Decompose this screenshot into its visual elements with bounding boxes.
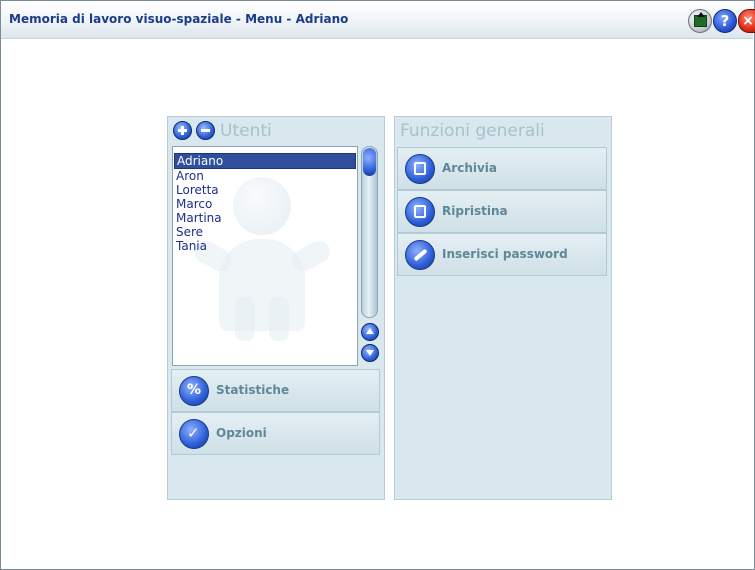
close-button[interactable]: × <box>738 9 755 33</box>
general-functions-title: Funzioni generali <box>400 121 545 141</box>
remove-user-button[interactable] <box>196 121 215 140</box>
password-button[interactable]: Inserisci password <box>397 233 607 276</box>
password-label: Inserisci password <box>442 247 568 261</box>
scrollbar-thumb[interactable] <box>361 146 378 318</box>
title-bar: Memoria di lavoro visuo-spaziale - Menu … <box>1 1 755 39</box>
archive-button[interactable]: Archivia <box>397 147 607 190</box>
users-listbox[interactable]: Adriano Aron Loretta Marco Martina Sere … <box>172 146 358 366</box>
list-item[interactable]: Adriano <box>174 153 356 169</box>
export-icon[interactable] <box>688 9 712 33</box>
list-item[interactable]: Marco <box>173 197 357 211</box>
restore-button[interactable]: Ripristina <box>397 190 607 233</box>
users-title: Utenti <box>220 121 272 141</box>
list-item[interactable]: Tania <box>173 239 357 253</box>
list-item[interactable]: Aron <box>173 169 357 183</box>
add-user-button[interactable] <box>173 121 192 140</box>
scroll-up-button[interactable] <box>361 323 379 341</box>
list-item[interactable]: Loretta <box>173 183 357 197</box>
scroll-down-button[interactable] <box>361 344 379 362</box>
users-scrollbar[interactable] <box>360 146 379 364</box>
percent-icon: % <box>179 376 209 406</box>
list-item[interactable]: Sere <box>173 225 357 239</box>
checkbox-icon: ✓ <box>179 419 209 449</box>
brush-password-icon <box>405 240 435 270</box>
window-title: Memoria di lavoro visuo-spaziale - Menu … <box>9 12 349 26</box>
save-archive-icon <box>405 154 435 184</box>
options-label: Opzioni <box>216 426 267 440</box>
options-button[interactable]: ✓ Opzioni <box>171 412 380 455</box>
restore-icon <box>405 197 435 227</box>
archive-label: Archivia <box>442 161 498 175</box>
statistics-button[interactable]: % Statistiche <box>171 369 380 412</box>
list-item[interactable]: Martina <box>173 211 357 225</box>
help-button[interactable]: ? <box>713 9 737 33</box>
restore-label: Ripristina <box>442 204 508 218</box>
statistics-label: Statistiche <box>216 383 290 397</box>
